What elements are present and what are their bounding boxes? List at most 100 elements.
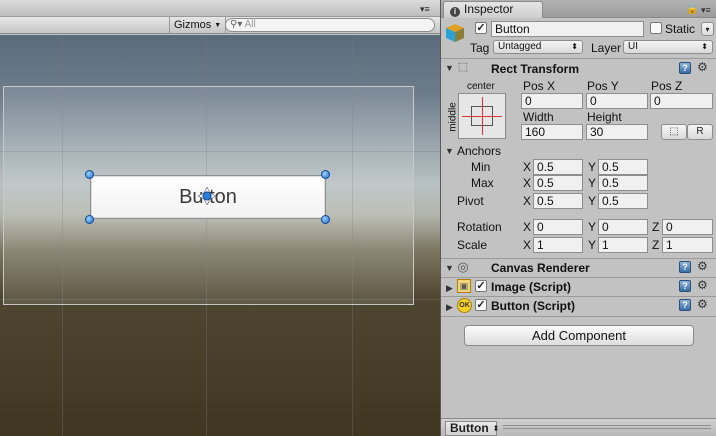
gizmos-dropdown[interactable]: Gizmos ▼ bbox=[169, 17, 227, 33]
gear-icon[interactable]: ⚙ bbox=[697, 279, 708, 291]
axis-x-label: X bbox=[523, 194, 532, 208]
blueprint-mode-button[interactable]: ⬚ bbox=[661, 124, 687, 140]
scale-y-input[interactable]: 1 bbox=[598, 237, 648, 253]
width-label: Width bbox=[523, 110, 554, 124]
collapse-triangle-icon[interactable]: ▼ bbox=[445, 146, 454, 156]
scene-viewport[interactable]: Button bbox=[0, 35, 440, 436]
rotation-x-input[interactable]: 0 bbox=[533, 219, 583, 235]
tag-label: Tag bbox=[470, 41, 490, 55]
axis-z-label: Z bbox=[652, 220, 660, 234]
scene-view: ▾≡ Gizmos▼ ⚲▾ All Button bbox=[0, 0, 440, 436]
scale-x-input[interactable]: 1 bbox=[533, 237, 583, 253]
resize-handle-top-right[interactable] bbox=[321, 170, 330, 179]
gizmos-label: Gizmos bbox=[174, 19, 212, 31]
layer-dropdown[interactable]: UI ⬍ bbox=[623, 40, 713, 54]
help-icon[interactable]: ? bbox=[679, 280, 691, 292]
gear-icon[interactable]: ⚙ bbox=[697, 260, 708, 272]
pos-z-input[interactable]: 0 bbox=[650, 93, 713, 109]
collapse-triangle-icon[interactable]: ▼ bbox=[445, 63, 454, 73]
resize-handle-top-left[interactable] bbox=[85, 170, 94, 179]
divider bbox=[441, 258, 716, 259]
expand-triangle-icon[interactable]: ▶ bbox=[446, 283, 453, 293]
pos-x-label: Pos X bbox=[523, 79, 556, 93]
resize-handle-bottom-right[interactable] bbox=[321, 215, 330, 224]
raw-edit-button[interactable]: R bbox=[687, 124, 713, 140]
anchor-pivot-icon[interactable] bbox=[198, 187, 216, 205]
help-icon[interactable]: ? bbox=[679, 62, 691, 74]
component-title-image: Image (Script) bbox=[491, 280, 572, 294]
scale-z-input[interactable]: 1 bbox=[662, 237, 713, 253]
pivot-x-input[interactable]: 0.5 bbox=[533, 193, 583, 209]
drag-grip[interactable] bbox=[503, 428, 711, 429]
anchor-max-x-input[interactable]: 0.5 bbox=[533, 175, 583, 191]
tag-dropdown[interactable]: Untagged ⬍ bbox=[493, 40, 583, 54]
divider bbox=[441, 277, 716, 278]
inspector-panel: i Inspector 🔒 ▾≡ ✓ Button Static ▾ Tag Un… bbox=[440, 0, 716, 436]
tab-inspector[interactable]: i Inspector bbox=[443, 1, 543, 18]
pos-x-input[interactable]: 0 bbox=[521, 93, 583, 109]
divider bbox=[441, 296, 716, 297]
button-enabled-checkbox[interactable]: ✓ bbox=[475, 299, 487, 311]
preview-dropdown[interactable]: Button ⬍ bbox=[445, 421, 500, 436]
anchor-min-x-input[interactable]: 0.5 bbox=[533, 159, 583, 175]
width-input[interactable]: 160 bbox=[521, 124, 583, 140]
anchor-preset-button[interactable] bbox=[458, 93, 506, 139]
scene-toolbar: Gizmos ▼ ⚲▾ All bbox=[0, 17, 440, 34]
axis-y-label: Y bbox=[588, 238, 597, 252]
axis-x-label: X bbox=[523, 176, 532, 190]
button-component-icon: OK bbox=[457, 298, 472, 313]
chevron-down-icon: ⬍ bbox=[492, 424, 500, 433]
rect-transform-icon: ⬚ bbox=[457, 61, 469, 73]
min-label: Min bbox=[471, 160, 491, 174]
height-label: Height bbox=[587, 110, 622, 124]
static-checkbox[interactable] bbox=[650, 22, 662, 34]
image-enabled-checkbox[interactable]: ✓ bbox=[475, 280, 487, 292]
image-component-icon: ▣ bbox=[457, 279, 471, 293]
resize-handle-bottom-left[interactable] bbox=[85, 215, 94, 224]
anchor-min-y-input[interactable]: 0.5 bbox=[598, 159, 648, 175]
axis-y-label: Y bbox=[588, 194, 597, 208]
axis-z-label: Z bbox=[652, 238, 660, 252]
component-title-button: Button (Script) bbox=[491, 299, 575, 313]
info-icon: i bbox=[450, 7, 460, 17]
panel-menu-icon[interactable]: ▾≡ bbox=[420, 4, 430, 14]
rotation-label: Rotation bbox=[457, 220, 502, 234]
pos-y-input[interactable]: 0 bbox=[586, 93, 648, 109]
add-component-button[interactable]: Add Component bbox=[464, 325, 694, 346]
gear-icon[interactable]: ⚙ bbox=[697, 298, 708, 310]
anchor-horizontal-label: center bbox=[467, 81, 495, 92]
rotation-y-input[interactable]: 0 bbox=[598, 219, 648, 235]
divider bbox=[441, 316, 716, 317]
pivot-label: Pivot bbox=[457, 194, 484, 208]
tag-value: Untagged bbox=[498, 41, 542, 52]
help-icon[interactable]: ? bbox=[679, 299, 691, 311]
expand-triangle-icon[interactable]: ▶ bbox=[446, 302, 453, 312]
height-input[interactable]: 30 bbox=[586, 124, 648, 140]
max-label: Max bbox=[471, 176, 494, 190]
pos-z-label: Pos Z bbox=[651, 79, 683, 93]
chevron-down-icon: ⬍ bbox=[701, 42, 708, 51]
inspector-tab-label: Inspector bbox=[464, 2, 514, 16]
scene-search-input[interactable]: ⚲▾ All bbox=[225, 18, 435, 32]
axis-x-label: X bbox=[523, 238, 532, 252]
static-dropdown-button[interactable]: ▾ bbox=[701, 22, 714, 36]
pivot-y-input[interactable]: 0.5 bbox=[598, 193, 648, 209]
object-name-input[interactable]: Button bbox=[491, 21, 644, 37]
inspector-tab-bar: i Inspector 🔒 ▾≡ bbox=[441, 0, 716, 18]
rotation-z-input[interactable]: 0 bbox=[662, 219, 713, 235]
lock-icon[interactable]: 🔒 bbox=[686, 4, 698, 15]
axis-y-label: Y bbox=[588, 160, 597, 174]
collapse-triangle-icon[interactable]: ▼ bbox=[445, 263, 454, 273]
drag-grip[interactable] bbox=[503, 425, 711, 426]
anchor-line-vertical bbox=[482, 97, 483, 135]
gear-icon[interactable]: ⚙ bbox=[697, 61, 708, 73]
anchor-max-y-input[interactable]: 0.5 bbox=[598, 175, 648, 191]
panel-menu-icon[interactable]: ▾≡ bbox=[701, 5, 711, 16]
anchors-label: Anchors bbox=[457, 144, 502, 158]
active-checkbox[interactable]: ✓ bbox=[475, 22, 487, 34]
preview-bar: Button ⬍ bbox=[441, 418, 716, 436]
axis-x-label: X bbox=[523, 160, 532, 174]
help-icon[interactable]: ? bbox=[679, 261, 691, 273]
search-placeholder: All bbox=[244, 19, 256, 30]
axis-y-label: Y bbox=[588, 220, 597, 234]
